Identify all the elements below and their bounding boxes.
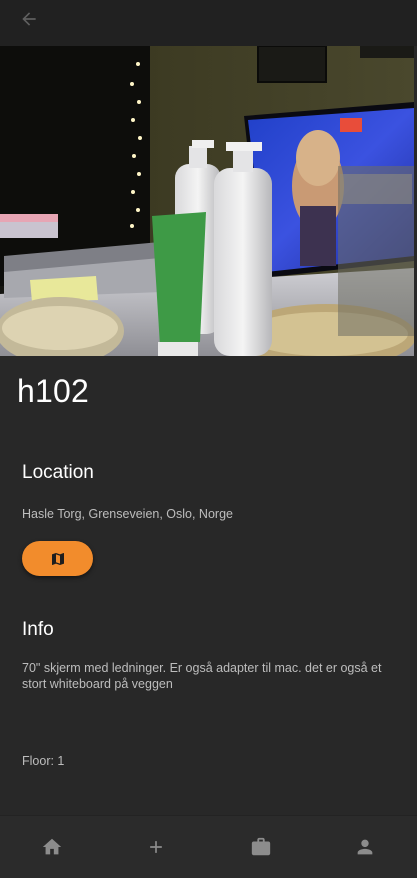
nav-add[interactable] <box>126 822 186 872</box>
map-icon <box>51 552 64 565</box>
room-title: h102 <box>17 373 89 409</box>
info-description: 70" skjerm med ledninger. Er også adapte… <box>22 661 382 691</box>
room-photo <box>0 46 414 356</box>
location-heading: Location <box>22 462 94 483</box>
arrow-back-icon <box>22 12 36 26</box>
location-address: Hasle Torg, Grenseveien, Oslo, Norge <box>22 507 233 521</box>
nav-home[interactable] <box>22 822 82 872</box>
info-heading: Info <box>22 619 54 640</box>
back-button[interactable] <box>16 6 42 32</box>
room-photo-image <box>0 46 414 356</box>
person-icon <box>357 839 373 855</box>
open-map-button[interactable] <box>22 541 93 576</box>
nav-profile[interactable] <box>335 822 395 872</box>
bottom-navigation <box>0 815 417 878</box>
nav-bookings[interactable] <box>231 822 291 872</box>
app-root: h102 Location Hasle Torg, Grenseveien, O… <box>0 0 417 878</box>
home-icon <box>42 838 62 855</box>
add-icon <box>150 841 163 853</box>
top-app-bar <box>0 0 417 46</box>
briefcase-icon <box>251 837 270 856</box>
floor-label: Floor: 1 <box>22 754 65 768</box>
